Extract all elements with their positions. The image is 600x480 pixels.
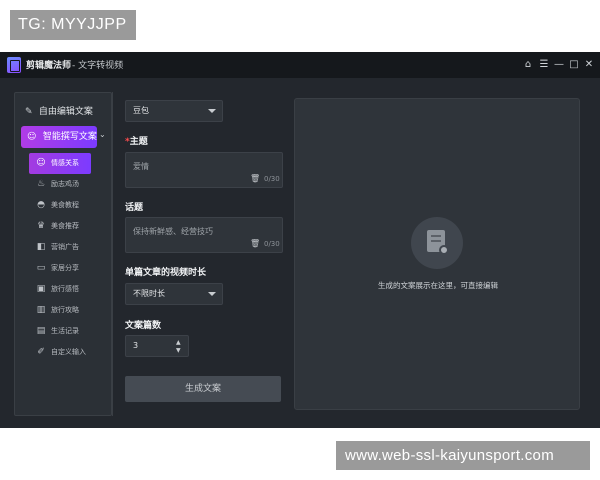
category-label: 美食教程 xyxy=(51,201,79,209)
form-panel: 豆包 *主题 爱情 🗑 0/30 话题 保持新鲜感、经营技巧 🗑 0/30 单篇… xyxy=(112,92,292,416)
talk-label: 话题 xyxy=(125,203,144,213)
pen-icon: ✎ xyxy=(25,107,33,117)
topic-input[interactable]: 爱情 🗑 0/30 xyxy=(125,152,283,188)
model-select[interactable]: 豆包 xyxy=(125,100,223,122)
category-item-home[interactable]: ▭ 家居分享 xyxy=(29,258,113,279)
talk-input-placeholder: 保持新鲜感、经营技巧 xyxy=(133,227,213,236)
suitcase-icon: ▣ xyxy=(36,284,46,294)
close-icon[interactable]: ✕ xyxy=(583,58,595,72)
document-icon xyxy=(411,217,463,269)
category-item-travel-thoughts[interactable]: ▣ 旅行感悟 xyxy=(29,279,113,300)
watermark-bottom-right: www.web-ssl-kaiyunsport.com xyxy=(336,441,590,470)
chevron-down-icon[interactable]: ⌄ xyxy=(99,130,106,139)
bottle-icon: ♨ xyxy=(36,179,46,189)
caret-down-icon xyxy=(208,292,216,296)
nav-smart-write-label: 智能撰写文案 xyxy=(42,132,97,142)
bowl-icon: ◓ xyxy=(37,200,45,210)
duration-select[interactable]: 不限时长 xyxy=(125,283,223,305)
edit-icon: ✐ xyxy=(37,347,45,357)
count-label: 文案篇数 xyxy=(125,321,162,331)
sofa-icon: ▭ xyxy=(36,263,46,273)
sidebar: ✎ 自由编辑文案 ☺ 智能撰写文案 ⌄ ☺ 情感关系 ♨ 励志鸡汤 ◓ 美食教程… xyxy=(14,92,112,416)
category-item-custom[interactable]: ✐ 自定义输入 xyxy=(29,342,113,363)
category-label: 励志鸡汤 xyxy=(51,180,79,188)
document-badge xyxy=(439,245,449,255)
category-label: 旅行感悟 xyxy=(51,285,79,293)
maximize-icon[interactable]: □ xyxy=(568,58,580,72)
count-stepper[interactable]: 3 ▲ ▼ xyxy=(125,335,189,357)
app-window: 剪辑魔法师 - 文字转视频 ⌂ ☰ — □ ✕ ✎ 自由编辑文案 ☺ 智能撰写文… xyxy=(0,52,600,428)
category-list: ☺ 情感关系 ♨ 励志鸡汤 ◓ 美食教程 ♛ 美食推荐 ◧ 营销广告 ▭ 家居分… xyxy=(29,153,113,363)
nav-free-edit-label: 自由编辑文案 xyxy=(38,107,93,117)
model-select-value: 豆包 xyxy=(133,106,149,115)
smile-icon: ☺ xyxy=(36,158,46,168)
megaphone-icon: ◧ xyxy=(36,242,46,252)
nav-smart-write[interactable]: ☺ 智能撰写文案 xyxy=(21,126,97,148)
topic-input-value: 爱情 xyxy=(133,162,149,171)
count-value: 3 xyxy=(133,341,139,350)
app-subtitle: - 文字转视频 xyxy=(72,61,124,71)
nav-free-edit[interactable]: ✎ 自由编辑文案 xyxy=(25,104,93,117)
category-item-life-log[interactable]: ▤ 生活记录 xyxy=(29,321,113,342)
category-item-recipe[interactable]: ◓ 美食教程 xyxy=(29,195,113,216)
category-label: 美食推荐 xyxy=(51,222,79,230)
home-icon[interactable]: ⌂ xyxy=(522,58,534,72)
stepper-down-icon[interactable]: ▼ xyxy=(176,347,181,354)
topic-char-count: 0/30 xyxy=(264,175,280,183)
preview-hint: 生成的文案展示在这里，可直接编辑 xyxy=(378,281,498,290)
category-label: 自定义输入 xyxy=(51,348,86,356)
generate-button[interactable]: 生成文案 xyxy=(125,376,281,402)
title-bar: 剪辑魔法师 - 文字转视频 ⌂ ☰ — □ ✕ xyxy=(0,52,600,78)
minimize-icon[interactable]: — xyxy=(553,58,565,72)
talk-input[interactable]: 保持新鲜感、经营技巧 🗑 0/30 xyxy=(125,217,283,253)
duration-select-value: 不限时长 xyxy=(133,289,165,298)
talk-char-count: 0/30 xyxy=(264,240,280,248)
chef-icon: ♛ xyxy=(36,221,46,231)
category-label: 营销广告 xyxy=(51,243,79,251)
category-label: 生活记录 xyxy=(51,327,79,335)
preview-panel[interactable]: 生成的文案展示在这里，可直接编辑 xyxy=(294,98,580,410)
stepper-up-icon[interactable]: ▲ xyxy=(176,339,181,346)
watermark-top-left: TG: MYYJJPP xyxy=(10,10,136,40)
duration-label: 单篇文章的视频时长 xyxy=(125,268,207,278)
category-label: 情感关系 xyxy=(51,159,79,167)
category-item-marketing[interactable]: ◧ 营销广告 xyxy=(29,237,113,258)
category-label: 旅行攻略 xyxy=(51,306,79,314)
robot-icon: ☺ xyxy=(27,132,37,142)
app-logo-icon xyxy=(7,57,21,73)
trash-icon[interactable]: 🗑 xyxy=(250,174,260,183)
menu-icon[interactable]: ☰ xyxy=(538,58,550,72)
category-item-motivation[interactable]: ♨ 励志鸡汤 xyxy=(29,174,113,195)
category-item-travel-guide[interactable]: ▥ 旅行攻略 xyxy=(29,300,113,321)
category-item-emotion[interactable]: ☺ 情感关系 xyxy=(29,153,91,174)
category-item-food-recommend[interactable]: ♛ 美食推荐 xyxy=(29,216,113,237)
topic-label: *主题 xyxy=(125,134,148,147)
map-icon: ▥ xyxy=(36,305,46,315)
app-title: 剪辑魔法师 xyxy=(26,61,72,71)
trash-icon[interactable]: 🗑 xyxy=(250,239,260,248)
notebook-icon: ▤ xyxy=(36,326,46,336)
caret-down-icon xyxy=(208,109,216,113)
topic-label-text: 主题 xyxy=(129,137,148,147)
category-label: 家居分享 xyxy=(51,264,79,272)
